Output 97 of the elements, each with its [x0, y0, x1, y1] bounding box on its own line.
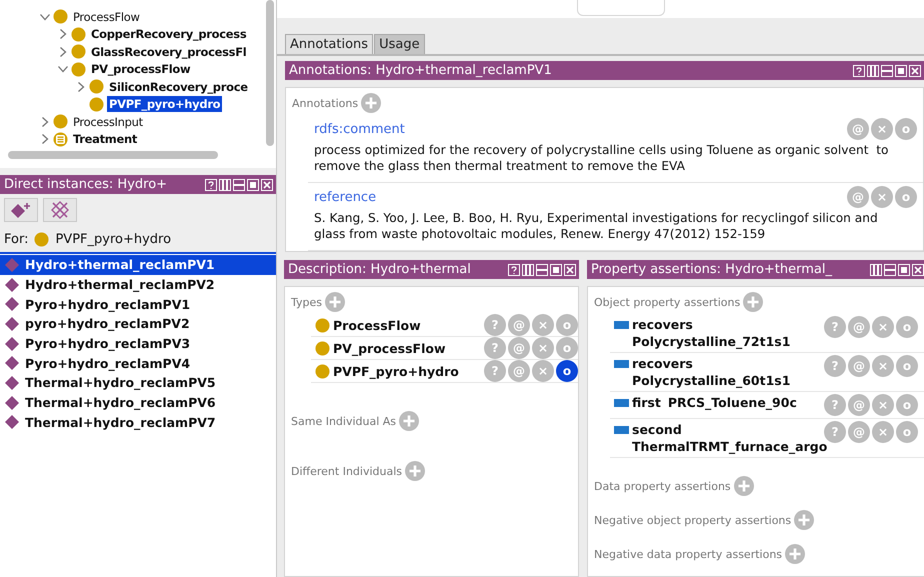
minimize-icon[interactable]	[536, 264, 548, 276]
tree-item[interactable]: ProcessFlow	[71, 8, 142, 25]
tree-item[interactable]: ProcessInput	[71, 114, 145, 130]
annotation-property[interactable]: rdfs:comment	[314, 122, 405, 136]
close-icon[interactable]	[261, 178, 273, 190]
instance-item[interactable]: Pyro+hydro_reclamPV4	[0, 353, 276, 374]
individual-icon	[5, 415, 19, 430]
instance-item[interactable]: Thermal+hydro_reclamPV6	[0, 392, 276, 412]
delete-individual-button[interactable]	[43, 198, 77, 222]
tree-item[interactable]: PVPF_pyro+hydro	[107, 96, 222, 112]
for-label: For:	[4, 232, 28, 246]
class-icon	[34, 232, 50, 246]
individual-icon	[5, 396, 19, 410]
maximize-icon[interactable]	[247, 178, 259, 190]
instance-item[interactable]: Thermal+hydro_reclamPV7	[0, 412, 276, 432]
diamond-plus-icon	[10, 202, 32, 218]
tab[interactable]: Annotations	[285, 34, 374, 54]
property-name[interactable]: first	[632, 394, 661, 411]
object-property-icon	[614, 426, 629, 434]
type-item[interactable]: ProcessFlow	[333, 318, 484, 332]
property-value[interactable]: PRCS_Toluene_90c	[668, 394, 797, 411]
maximize-icon[interactable]	[898, 264, 910, 276]
collapsed-chevron-icon[interactable]	[58, 29, 68, 40]
split-icon[interactable]	[870, 264, 882, 276]
help-icon[interactable]	[508, 264, 520, 276]
tree-item[interactable]: PV_processFlow	[89, 61, 192, 78]
instance-item[interactable]: Thermal+hydro_reclamPV5	[0, 373, 276, 393]
tree-item[interactable]: SiliconRecovery_proce	[107, 78, 250, 95]
property-name[interactable]: second	[632, 421, 682, 438]
help-icon[interactable]	[853, 64, 865, 76]
expanded-chevron-icon[interactable]	[58, 64, 68, 74]
property-value[interactable]: Polycrystalline_60t1s1	[632, 372, 790, 389]
object-property-icon	[614, 360, 629, 368]
individual-icon	[5, 376, 19, 390]
help-icon[interactable]	[205, 178, 217, 190]
collapsed-chevron-icon[interactable]	[76, 82, 86, 92]
section-label: Object property assertions	[594, 296, 740, 308]
annotation-property[interactable]: reference	[314, 190, 376, 204]
tree-item[interactable]: GlassRecovery_processFl	[89, 44, 248, 60]
class-icon	[315, 340, 330, 356]
split-icon[interactable]	[219, 178, 231, 190]
split-icon[interactable]	[522, 264, 534, 276]
type-item[interactable]: PV_processFlow	[333, 340, 484, 356]
property-value[interactable]: Polycrystalline_72t1s1	[632, 333, 790, 350]
object-property-icon	[614, 321, 629, 329]
section-label: Data property assertions	[594, 480, 731, 492]
instance-item[interactable]: Pyro+hydro_reclamPV3	[0, 334, 276, 354]
panel-title: Property assertions: Hydro+thermal_	[591, 262, 832, 277]
section-label: Annotations	[292, 96, 358, 110]
section-label: Different Individuals	[291, 464, 402, 478]
section-label: Same Individual As	[291, 414, 396, 428]
panel-title: Description: Hydro+thermal	[288, 262, 471, 277]
instance-item[interactable]: Hydro+thermal_reclamPV2	[0, 274, 276, 294]
annotation-value: process optimized for the recovery of polycrystalline cells using Toluene as organic solvent to remove the glass then thermal treatment to remove the EVA	[314, 142, 890, 174]
collapsed-chevron-icon[interactable]	[40, 134, 50, 144]
close-icon[interactable]	[912, 264, 924, 276]
class-icon	[315, 318, 330, 332]
individual-icon	[5, 258, 19, 272]
annotation-value: S. Kang, S. Yoo, J. Lee, B. Boo, H. Ryu, Experimental investigations for recyclingof silicon and glass from waste photovoltaic modules, Renew. Energy 47(2012) 152-159	[314, 210, 879, 242]
minimize-icon[interactable]	[884, 264, 896, 276]
collapsed-chevron-icon[interactable]	[40, 116, 50, 127]
panel-title: Annotations: Hydro+thermal_reclamPV1	[289, 63, 552, 78]
maximize-icon[interactable]	[895, 64, 907, 76]
section-label: Negative data property assertions	[594, 548, 782, 560]
object-property-icon	[614, 399, 629, 407]
section-label: Negative object property assertions	[594, 514, 792, 526]
individual-icon	[5, 297, 19, 312]
class-icon	[315, 364, 330, 378]
instance-item[interactable]: Pyro+hydro_reclamPV1	[0, 294, 276, 314]
panel-title: Direct instances: Hydro+	[4, 177, 168, 192]
type-item[interactable]: PVPF_pyro+hydro	[333, 364, 484, 378]
close-icon[interactable]	[909, 64, 921, 76]
expanded-chevron-icon[interactable]	[40, 12, 50, 22]
individual-icon	[5, 336, 19, 351]
instance-item[interactable]: pyro+hydro_reclamPV2	[0, 314, 276, 334]
individual-icon	[5, 356, 19, 370]
individual-icon	[5, 278, 19, 292]
class-name: PVPF_pyro+hydro	[55, 232, 172, 246]
minimize-icon[interactable]	[233, 178, 245, 190]
instance-item[interactable]: Hydro+thermal_reclamPV1	[0, 255, 276, 275]
scrollbar-thumb[interactable]	[266, 0, 274, 146]
close-icon[interactable]	[564, 264, 576, 276]
maximize-icon[interactable]	[550, 264, 562, 276]
minimize-icon[interactable]	[881, 64, 893, 76]
property-name[interactable]: recovers	[632, 316, 693, 333]
tree-item[interactable]: CopperRecovery_process	[89, 26, 248, 42]
tab[interactable]: Usage	[374, 34, 425, 54]
section-label: Types	[291, 296, 322, 308]
crossed-diamond-icon	[50, 201, 70, 219]
tree-item[interactable]: Treatment	[71, 131, 140, 148]
split-icon[interactable]	[867, 64, 879, 76]
property-name[interactable]: recovers	[632, 355, 693, 372]
row-action-button[interactable]: o	[556, 360, 578, 382]
individual-icon	[5, 316, 19, 331]
add-individual-button[interactable]	[4, 198, 38, 222]
collapsed-chevron-icon[interactable]	[58, 46, 68, 57]
scrollbar-thumb[interactable]	[8, 151, 218, 159]
